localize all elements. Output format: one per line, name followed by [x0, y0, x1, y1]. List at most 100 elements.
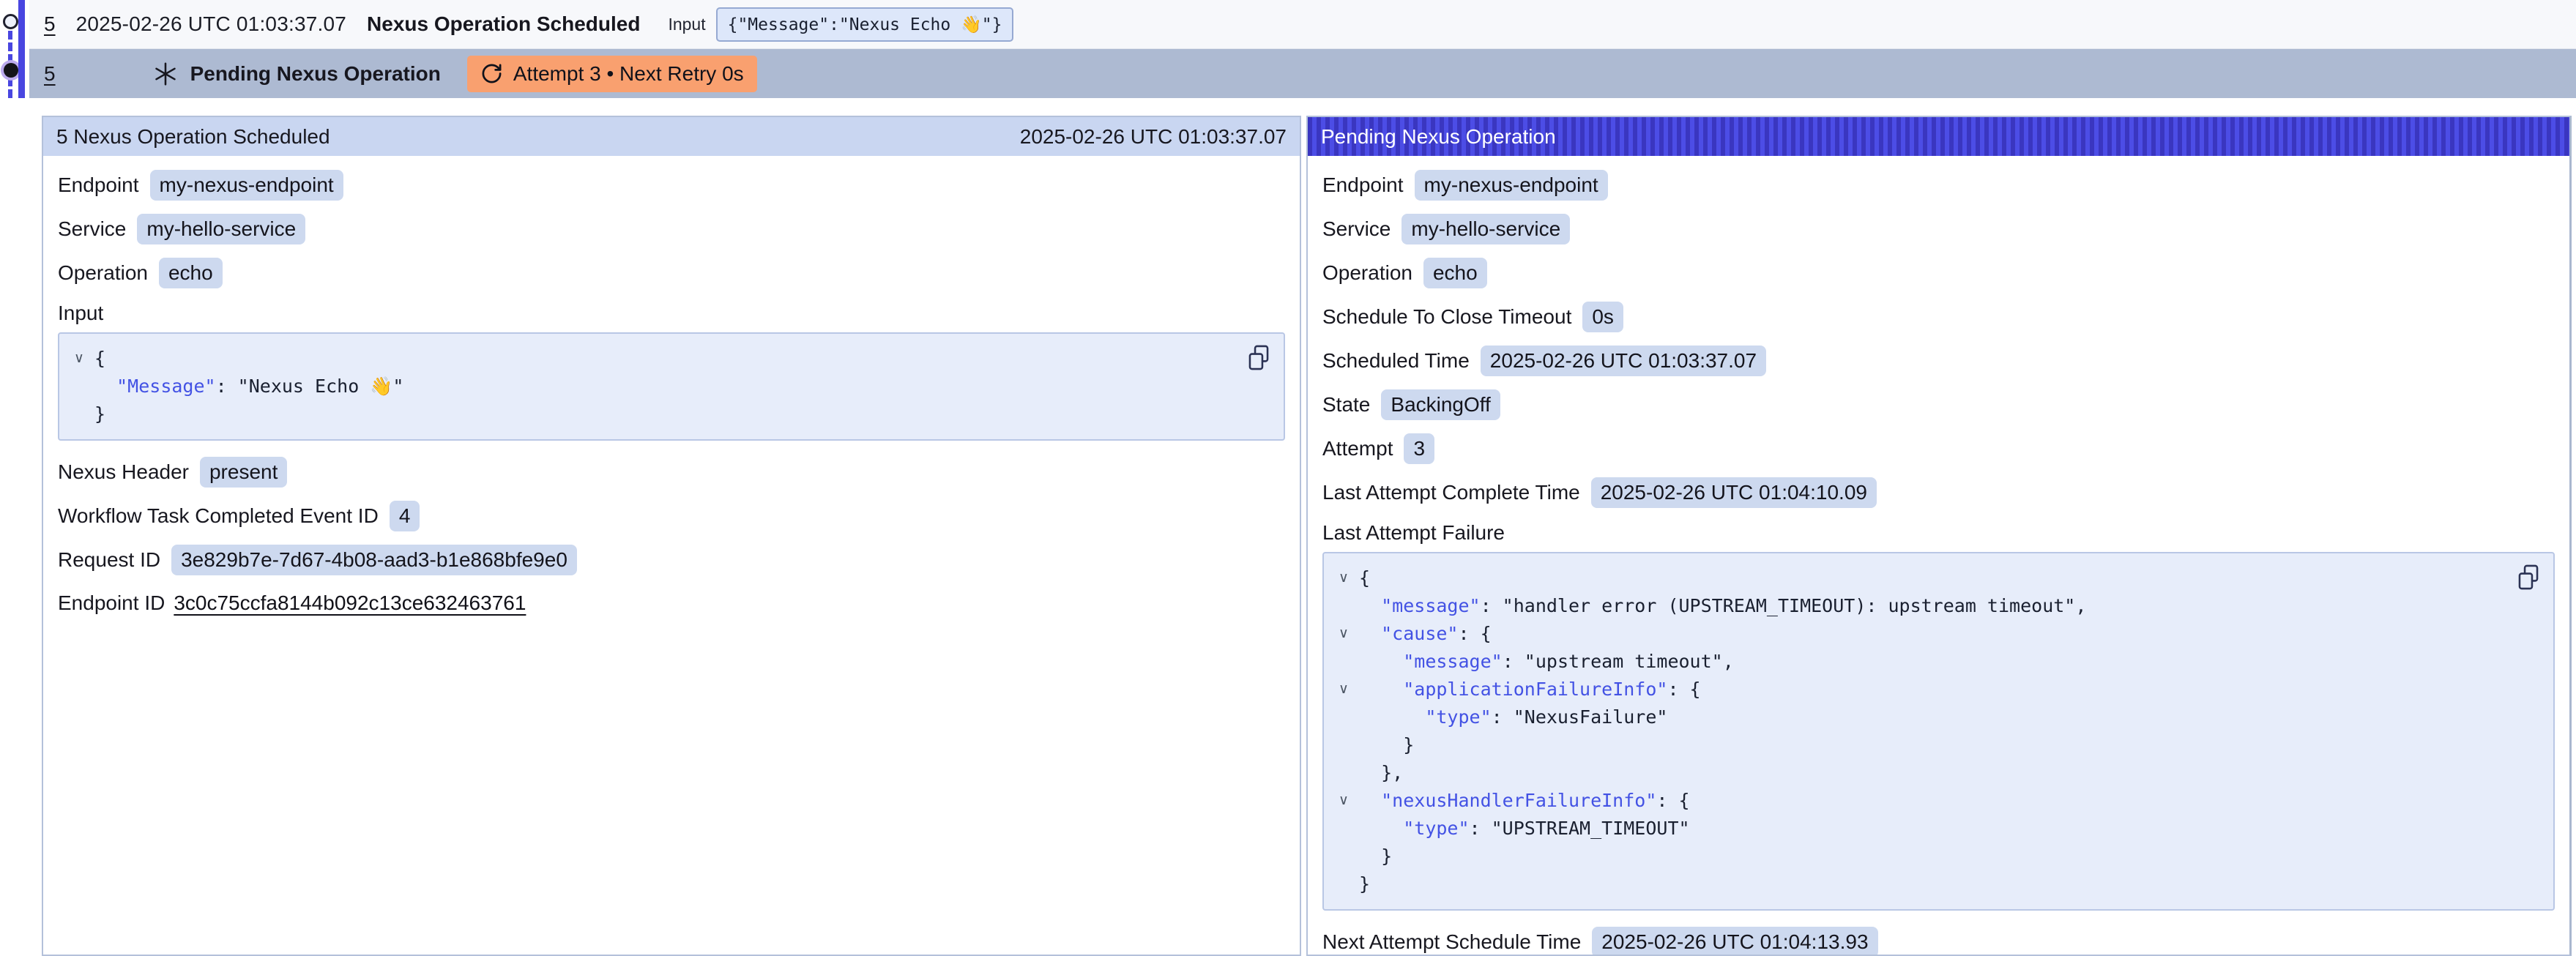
json-line: "Message": "Nexus Echo 👋": [64, 373, 1232, 400]
failure-json-block: ∨{ "message": "handler error (UPSTREAM_T…: [1322, 552, 2555, 911]
field-label: Service: [1322, 217, 1391, 241]
field-label: Endpoint ID: [58, 591, 165, 615]
field-label: Scheduled Time: [1322, 349, 1470, 373]
field-value-badge: present: [200, 457, 287, 488]
timeline-gutter: [0, 0, 29, 98]
field-label: Service: [58, 217, 126, 241]
json-line: "message": "upstream timeout",: [1328, 648, 2502, 676]
json-line: "message": "handler error (UPSTREAM_TIME…: [1328, 592, 2502, 620]
field-next-attempt-schedule-time: Next Attempt Schedule Time 2025-02-26 UT…: [1322, 927, 2555, 956]
field-schedule-to-close-timeout: Schedule To Close Timeout 0s: [1322, 302, 2555, 332]
field-scheduled-time: Scheduled Time 2025-02-26 UTC 01:03:37.0…: [1322, 346, 2555, 376]
collapse-chevron-icon[interactable]: ∨: [64, 345, 94, 373]
collapse-chevron-icon[interactable]: ∨: [1328, 676, 1359, 703]
event-input-label: Input: [668, 15, 705, 34]
failure-block-label: Last Attempt Failure: [1322, 521, 2555, 545]
selection-accent-bar: [18, 0, 25, 98]
field-value-badge: 4: [390, 501, 420, 531]
timeline-event-dot-icon: [3, 14, 18, 29]
field-label: Operation: [58, 261, 148, 285]
field-endpoint-id: Endpoint ID 3c0c75ccfa8144b092c13ce63246…: [58, 589, 1285, 618]
event-timestamp: 2025-02-26 UTC 01:03:37.07: [76, 12, 346, 36]
json-line: "type": "NexusFailure": [1328, 703, 2502, 731]
field-label: Workflow Task Completed Event ID: [58, 504, 379, 528]
field-value-badge: my-nexus-endpoint: [1415, 170, 1608, 201]
field-value-badge: 2025-02-26 UTC 01:04:13.93: [1592, 927, 1877, 956]
pending-panel-title: Pending Nexus Operation: [1321, 125, 1556, 149]
event-history-rows: 5 2025-02-26 UTC 01:03:37.07 Nexus Opera…: [0, 0, 2576, 98]
field-endpoint: Endpoint my-nexus-endpoint: [58, 170, 1285, 201]
pending-operation-panel: Pending Nexus Operation Endpoint my-nexu…: [1306, 116, 2572, 956]
event-row-scheduled[interactable]: 5 2025-02-26 UTC 01:03:37.07 Nexus Opera…: [29, 0, 2576, 49]
scheduled-event-panel: 5 Nexus Operation Scheduled 2025-02-26 U…: [42, 116, 1301, 956]
field-value-badge: 3e829b7e-7d67-4b08-aad3-b1e868bfe9e0: [171, 545, 577, 575]
field-value-badge: 3: [1404, 433, 1434, 464]
pending-panel-header: Pending Nexus Operation: [1308, 117, 2569, 156]
scheduled-panel-timestamp: 2025-02-26 UTC 01:03:37.07: [1020, 125, 1287, 149]
event-id-link[interactable]: 5: [44, 12, 56, 36]
json-line: }: [1328, 843, 2502, 870]
copy-icon[interactable]: [2515, 564, 2542, 593]
event-id-link[interactable]: 5: [44, 62, 56, 86]
scheduled-panel-title: 5 Nexus Operation Scheduled: [56, 125, 330, 149]
collapse-chevron-icon[interactable]: ∨: [1328, 564, 1359, 592]
json-line: }: [1328, 870, 2502, 898]
field-workflow-task-completed-event-id: Workflow Task Completed Event ID 4: [58, 501, 1285, 531]
field-label: Next Attempt Schedule Time: [1322, 930, 1581, 954]
input-block-label: Input: [58, 302, 1285, 325]
event-input-value: {"Message":"Nexus Echo 👋"}: [716, 7, 1014, 42]
collapse-chevron-icon[interactable]: ∨: [1328, 620, 1359, 648]
pending-event-title: Pending Nexus Operation: [190, 62, 441, 86]
scheduled-panel-header: 5 Nexus Operation Scheduled 2025-02-26 U…: [43, 117, 1300, 156]
field-operation: Operation echo: [58, 258, 1285, 288]
field-value-badge: 0s: [1582, 302, 1623, 332]
field-value-badge: my-nexus-endpoint: [150, 170, 343, 201]
field-value-badge: echo: [159, 258, 223, 288]
endpoint-id-link[interactable]: 3c0c75ccfa8144b092c13ce632463761: [174, 591, 526, 615]
field-label: State: [1322, 393, 1370, 417]
field-service: Service my-hello-service: [1322, 214, 2555, 244]
pending-asterisk-icon: [152, 61, 179, 87]
retry-icon: [480, 62, 503, 85]
attempt-retry-text: Attempt 3 • Next Retry 0s: [513, 62, 744, 86]
json-line: ∨ "applicationFailureInfo": {: [1328, 676, 2502, 703]
field-last-attempt-complete-time: Last Attempt Complete Time 2025-02-26 UT…: [1322, 477, 2555, 508]
field-service: Service my-hello-service: [58, 214, 1285, 244]
json-line: },: [1328, 759, 2502, 787]
json-line: ∨ "nexusHandlerFailureInfo": {: [1328, 787, 2502, 815]
field-label: Schedule To Close Timeout: [1322, 305, 1571, 329]
attempt-retry-badge: Attempt 3 • Next Retry 0s: [467, 56, 757, 92]
field-value-badge: my-hello-service: [1401, 214, 1570, 244]
json-line: }: [1328, 731, 2502, 759]
field-request-id: Request ID 3e829b7e-7d67-4b08-aad3-b1e86…: [58, 545, 1285, 575]
field-label: Operation: [1322, 261, 1412, 285]
field-label: Attempt: [1322, 437, 1393, 460]
timeline-pending-dot-icon: [4, 63, 18, 78]
json-line: "type": "UPSTREAM_TIMEOUT": [1328, 815, 2502, 843]
field-label: Request ID: [58, 548, 160, 572]
field-value-badge: 2025-02-26 UTC 01:03:37.07: [1481, 346, 1766, 376]
field-endpoint: Endpoint my-nexus-endpoint: [1322, 170, 2555, 201]
json-line: ∨{: [64, 345, 1232, 373]
field-value-badge: BackingOff: [1381, 389, 1500, 420]
field-label: Endpoint: [58, 173, 139, 197]
event-row-pending[interactable]: 5 Pending Nexus Operation Attempt 3 • Ne…: [29, 49, 2576, 98]
json-line: }: [64, 400, 1232, 428]
detail-panels: 5 Nexus Operation Scheduled 2025-02-26 U…: [0, 98, 2576, 956]
field-attempt: Attempt 3: [1322, 433, 2555, 464]
field-state: State BackingOff: [1322, 389, 2555, 420]
field-value-badge: echo: [1423, 258, 1487, 288]
json-line: ∨{: [1328, 564, 2502, 592]
input-json-block: ∨{ "Message": "Nexus Echo 👋" }: [58, 332, 1285, 441]
json-line: ∨ "cause": {: [1328, 620, 2502, 648]
field-operation: Operation echo: [1322, 258, 2555, 288]
field-nexus-header: Nexus Header present: [58, 457, 1285, 488]
event-title: Nexus Operation Scheduled: [367, 12, 640, 36]
collapse-chevron-icon[interactable]: ∨: [1328, 787, 1359, 815]
field-label: Last Attempt Complete Time: [1322, 481, 1580, 504]
copy-icon[interactable]: [1246, 344, 1272, 373]
field-label: Endpoint: [1322, 173, 1404, 197]
field-label: Nexus Header: [58, 460, 189, 484]
field-value-badge: my-hello-service: [137, 214, 305, 244]
field-value-badge: 2025-02-26 UTC 01:04:10.09: [1591, 477, 1877, 508]
